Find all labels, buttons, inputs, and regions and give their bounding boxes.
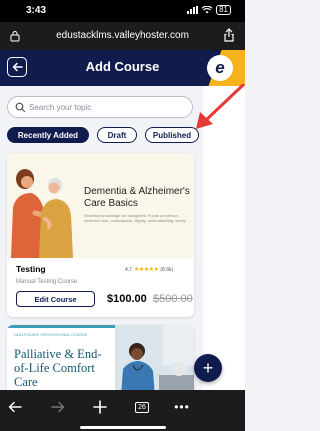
thumbnail-title: Palliative & End-of-Life Comfort Care: [14, 347, 102, 389]
tab-draft[interactable]: Draft: [97, 127, 137, 143]
course-thumbnail: Dementia & Alzheimer's Care Basics Essen…: [7, 153, 194, 258]
ellipsis-icon: •••: [174, 400, 190, 414]
url-text[interactable]: edustacklms.valleyhoster.com: [0, 30, 245, 41]
course-price: $100.00: [107, 293, 147, 305]
browser-toolbar: 26 •••: [0, 390, 245, 431]
more-options-button[interactable]: •••: [172, 399, 192, 415]
star-icon: ★★★★★: [133, 267, 159, 273]
add-course-fab[interactable]: +: [194, 354, 222, 382]
logo-letter: e: [207, 55, 233, 81]
arrow-left-icon: [8, 401, 22, 413]
thumbnail-description: Essential knowledge for caregivers. Focu…: [84, 213, 186, 223]
tab-switcher-button[interactable]: 26: [132, 399, 152, 415]
course-kicker: HEALTHCARE PROFESSIONAL COURSE: [14, 333, 88, 337]
red-arrow-annotation: [196, 84, 245, 129]
signal-icon: [187, 6, 199, 14]
edit-course-button[interactable]: Edit Course: [16, 291, 95, 307]
browser-forward-button[interactable]: [48, 399, 68, 415]
share-icon[interactable]: [223, 28, 235, 42]
plus-icon: [93, 400, 107, 414]
search-bar[interactable]: [7, 96, 193, 118]
status-time: 3:43: [26, 5, 47, 16]
battery-icon: 81: [216, 5, 231, 15]
browser-url-bar: edustacklms.valleyhoster.com: [0, 22, 245, 50]
new-tab-button[interactable]: [90, 399, 110, 415]
arrow-right-icon: [51, 401, 65, 413]
search-icon: [15, 102, 26, 113]
status-icons: 81: [187, 5, 231, 15]
app-header: Add Course e: [0, 50, 245, 86]
brand-logo: e: [193, 50, 245, 86]
course-card[interactable]: HEALTHCARE PROFESSIONAL COURSE Palliativ…: [7, 325, 194, 397]
status-bar: 3:43 81: [0, 0, 245, 22]
rating-value: 4.7: [125, 266, 132, 273]
tab-count: 26: [135, 401, 149, 413]
course-rating: 4.7 ★★★★★ (8.6k): [125, 266, 174, 274]
rating-count: (8.6k): [160, 266, 174, 273]
browser-back-button[interactable]: [5, 399, 25, 415]
course-card[interactable]: Dementia & Alzheimer's Care Basics Essen…: [7, 153, 194, 317]
home-indicator: [80, 426, 166, 429]
search-input[interactable]: [29, 100, 184, 115]
accent-bar: [7, 325, 115, 328]
tab-recently-added[interactable]: Recently Added: [7, 127, 89, 143]
course-title: Testing: [16, 264, 46, 274]
original-price: $500.00: [153, 293, 193, 305]
course-description: Manual Testing Course: [16, 279, 78, 285]
thumbnail-title: Dementia & Alzheimer's Care Basics: [84, 186, 190, 209]
wifi-icon: [202, 6, 213, 14]
nurse-photo: [115, 325, 194, 397]
caregiver-illustration: [11, 169, 73, 258]
